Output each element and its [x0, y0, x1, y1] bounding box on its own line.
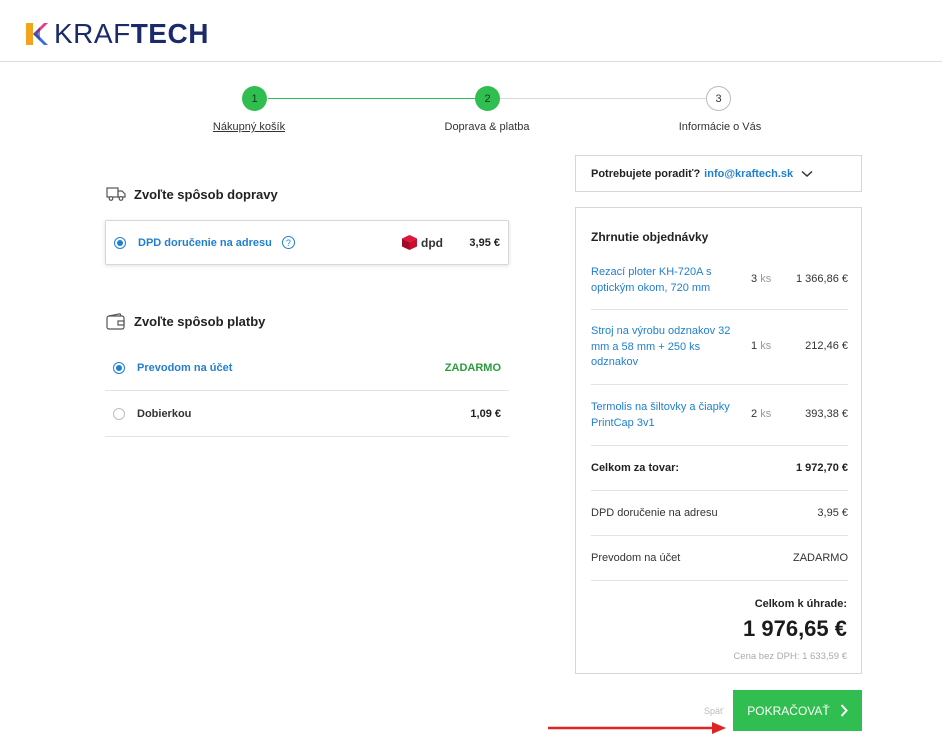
net-price-value: 1 633,59 € — [802, 651, 847, 662]
shipping-option-label[interactable]: DPD doručenie na adresu — [138, 237, 272, 249]
dpd-cube-icon — [402, 235, 417, 250]
payment-radio-cod[interactable] — [113, 407, 125, 420]
summary-item-qty: 1 ks — [751, 340, 771, 352]
summary-item: Stroj na výrobu odznakov 32 mm a 58 mm +… — [591, 310, 848, 385]
advice-text: Potrebujete poradiť? — [591, 167, 701, 180]
summary-item-name[interactable]: Rezací ploter KH-720A s optickým okom, 7… — [591, 265, 731, 296]
dpd-logo-text: dpd — [421, 235, 443, 250]
advice-email-link[interactable]: info@kraftech.sk — [704, 168, 793, 180]
payment-section-title: Zvoľte spôsob platby — [106, 313, 265, 330]
summary-payment-value: ZADARMO — [793, 552, 848, 564]
header-divider — [0, 61, 942, 62]
continue-button-label: POKRAČOVAŤ — [747, 703, 830, 718]
net-price: Cena bez DPH: 1 633,59 € — [733, 651, 847, 662]
payment-option-transfer[interactable]: Prevodom na účet ZADARMO — [105, 345, 509, 391]
kraftech-logo-icon — [26, 23, 48, 45]
summary-item-qty-value: 2 — [751, 408, 758, 420]
goods-total-label: Celkom za tovar: — [591, 462, 680, 474]
summary-item: Termolis na šiltovky a čiapky PrintCap 3… — [591, 385, 848, 446]
step-3-label-customer-info: Informácie o Vás — [678, 121, 762, 133]
back-link[interactable]: Späť — [704, 706, 723, 716]
summary-shipping-label: DPD doručenie na adresu — [591, 507, 718, 519]
advice-dropdown[interactable]: Potrebujete poradiť? info@kraftech.sk — [575, 155, 862, 192]
step-1-circle[interactable]: 1 — [242, 86, 267, 111]
shipping-radio-dpd[interactable] — [114, 236, 126, 249]
summary-item-qty-unit: ks — [760, 273, 772, 285]
chevron-down-icon[interactable] — [801, 170, 813, 178]
summary-goods-total-row: Celkom za tovar: 1 972,70 € — [591, 446, 848, 491]
stepper-line-pending — [500, 98, 706, 99]
payment-option-label-transfer[interactable]: Prevodom na účet — [137, 362, 232, 374]
step-2-circle: 2 — [475, 86, 500, 111]
step-3-circle: 3 — [706, 86, 731, 111]
payment-option-cod[interactable]: Dobierkou 1,09 € — [105, 391, 509, 437]
summary-item-qty-value: 3 — [751, 273, 758, 285]
stepper-line-completed — [268, 98, 475, 99]
help-icon[interactable]: ? — [281, 236, 295, 249]
summary-item-name[interactable]: Termolis na šiltovky a čiapky PrintCap 3… — [591, 400, 731, 431]
summary-item-qty-unit: ks — [760, 340, 772, 352]
checkout-stepper: 1 Nákupný košík 2 Doprava & platba 3 Inf… — [0, 86, 950, 136]
summary-shipping-value: 3,95 € — [817, 507, 848, 519]
step-1-label-cart[interactable]: Nákupný košík — [213, 121, 285, 133]
summary-shipping-row: DPD doručenie na adresu 3,95 € — [591, 491, 848, 536]
wallet-icon — [106, 313, 125, 330]
shipping-section-title: Zvoľte spôsob dopravy — [106, 186, 278, 202]
payment-radio-transfer[interactable] — [113, 361, 125, 374]
brand-name-light: KRAF — [54, 18, 131, 49]
brand-name-bold: TECH — [130, 18, 209, 49]
summary-item-qty: 2 ks — [751, 408, 771, 420]
payment-option-price-cod: 1,09 € — [470, 407, 501, 420]
net-price-label: Cena bez DPH: — [733, 651, 800, 662]
summary-item-price: 1 366,86 € — [796, 273, 848, 285]
summary-item-price: 393,38 € — [805, 408, 848, 420]
summary-title: Zhrnutie objednávky — [591, 230, 709, 244]
step-2-label-shipping-payment: Doprava & platba — [444, 121, 530, 133]
payment-option-price-transfer: ZADARMO — [444, 361, 501, 374]
goods-total-value: 1 972,70 € — [796, 462, 848, 474]
summary-item-qty-value: 1 — [751, 340, 758, 352]
summary-payment-row: Prevodom na účet ZADARMO — [591, 536, 848, 581]
payment-option-label-cod[interactable]: Dobierkou — [137, 408, 191, 420]
summary-item-qty-unit: ks — [760, 408, 772, 420]
summary-item-name[interactable]: Stroj na výrobu odznakov 32 mm a 58 mm +… — [591, 324, 731, 371]
grand-total-value: 1 976,65 € — [743, 616, 847, 641]
summary-payment-label: Prevodom na účet — [591, 552, 681, 564]
dpd-logo: dpd — [402, 235, 443, 250]
summary-item-price: 212,46 € — [805, 340, 848, 352]
continue-button[interactable]: POKRAČOVAŤ — [733, 690, 862, 731]
grand-total-label: Celkom k úhrade: — [754, 598, 847, 610]
brand-logo[interactable]: KRAFTECH — [26, 19, 209, 49]
shipping-option-dpd[interactable]: DPD doručenie na adresu ? dpd 3,95 € — [105, 220, 509, 265]
chevron-right-icon — [840, 704, 848, 717]
brand-name: KRAFTECH — [54, 20, 209, 48]
payment-title-text: Zvoľte spôsob platby — [134, 314, 266, 329]
shipping-title-text: Zvoľte spôsob dopravy — [134, 186, 278, 202]
summary-item: Rezací ploter KH-720A s optickým okom, 7… — [591, 263, 848, 310]
shipping-option-price: 3,95 € — [469, 236, 500, 249]
red-arrow-annotation — [548, 722, 726, 734]
summary-item-qty: 3 ks — [751, 273, 771, 285]
truck-icon — [106, 187, 126, 201]
order-summary: Zhrnutie objednávky Rezací ploter KH-720… — [575, 207, 862, 674]
